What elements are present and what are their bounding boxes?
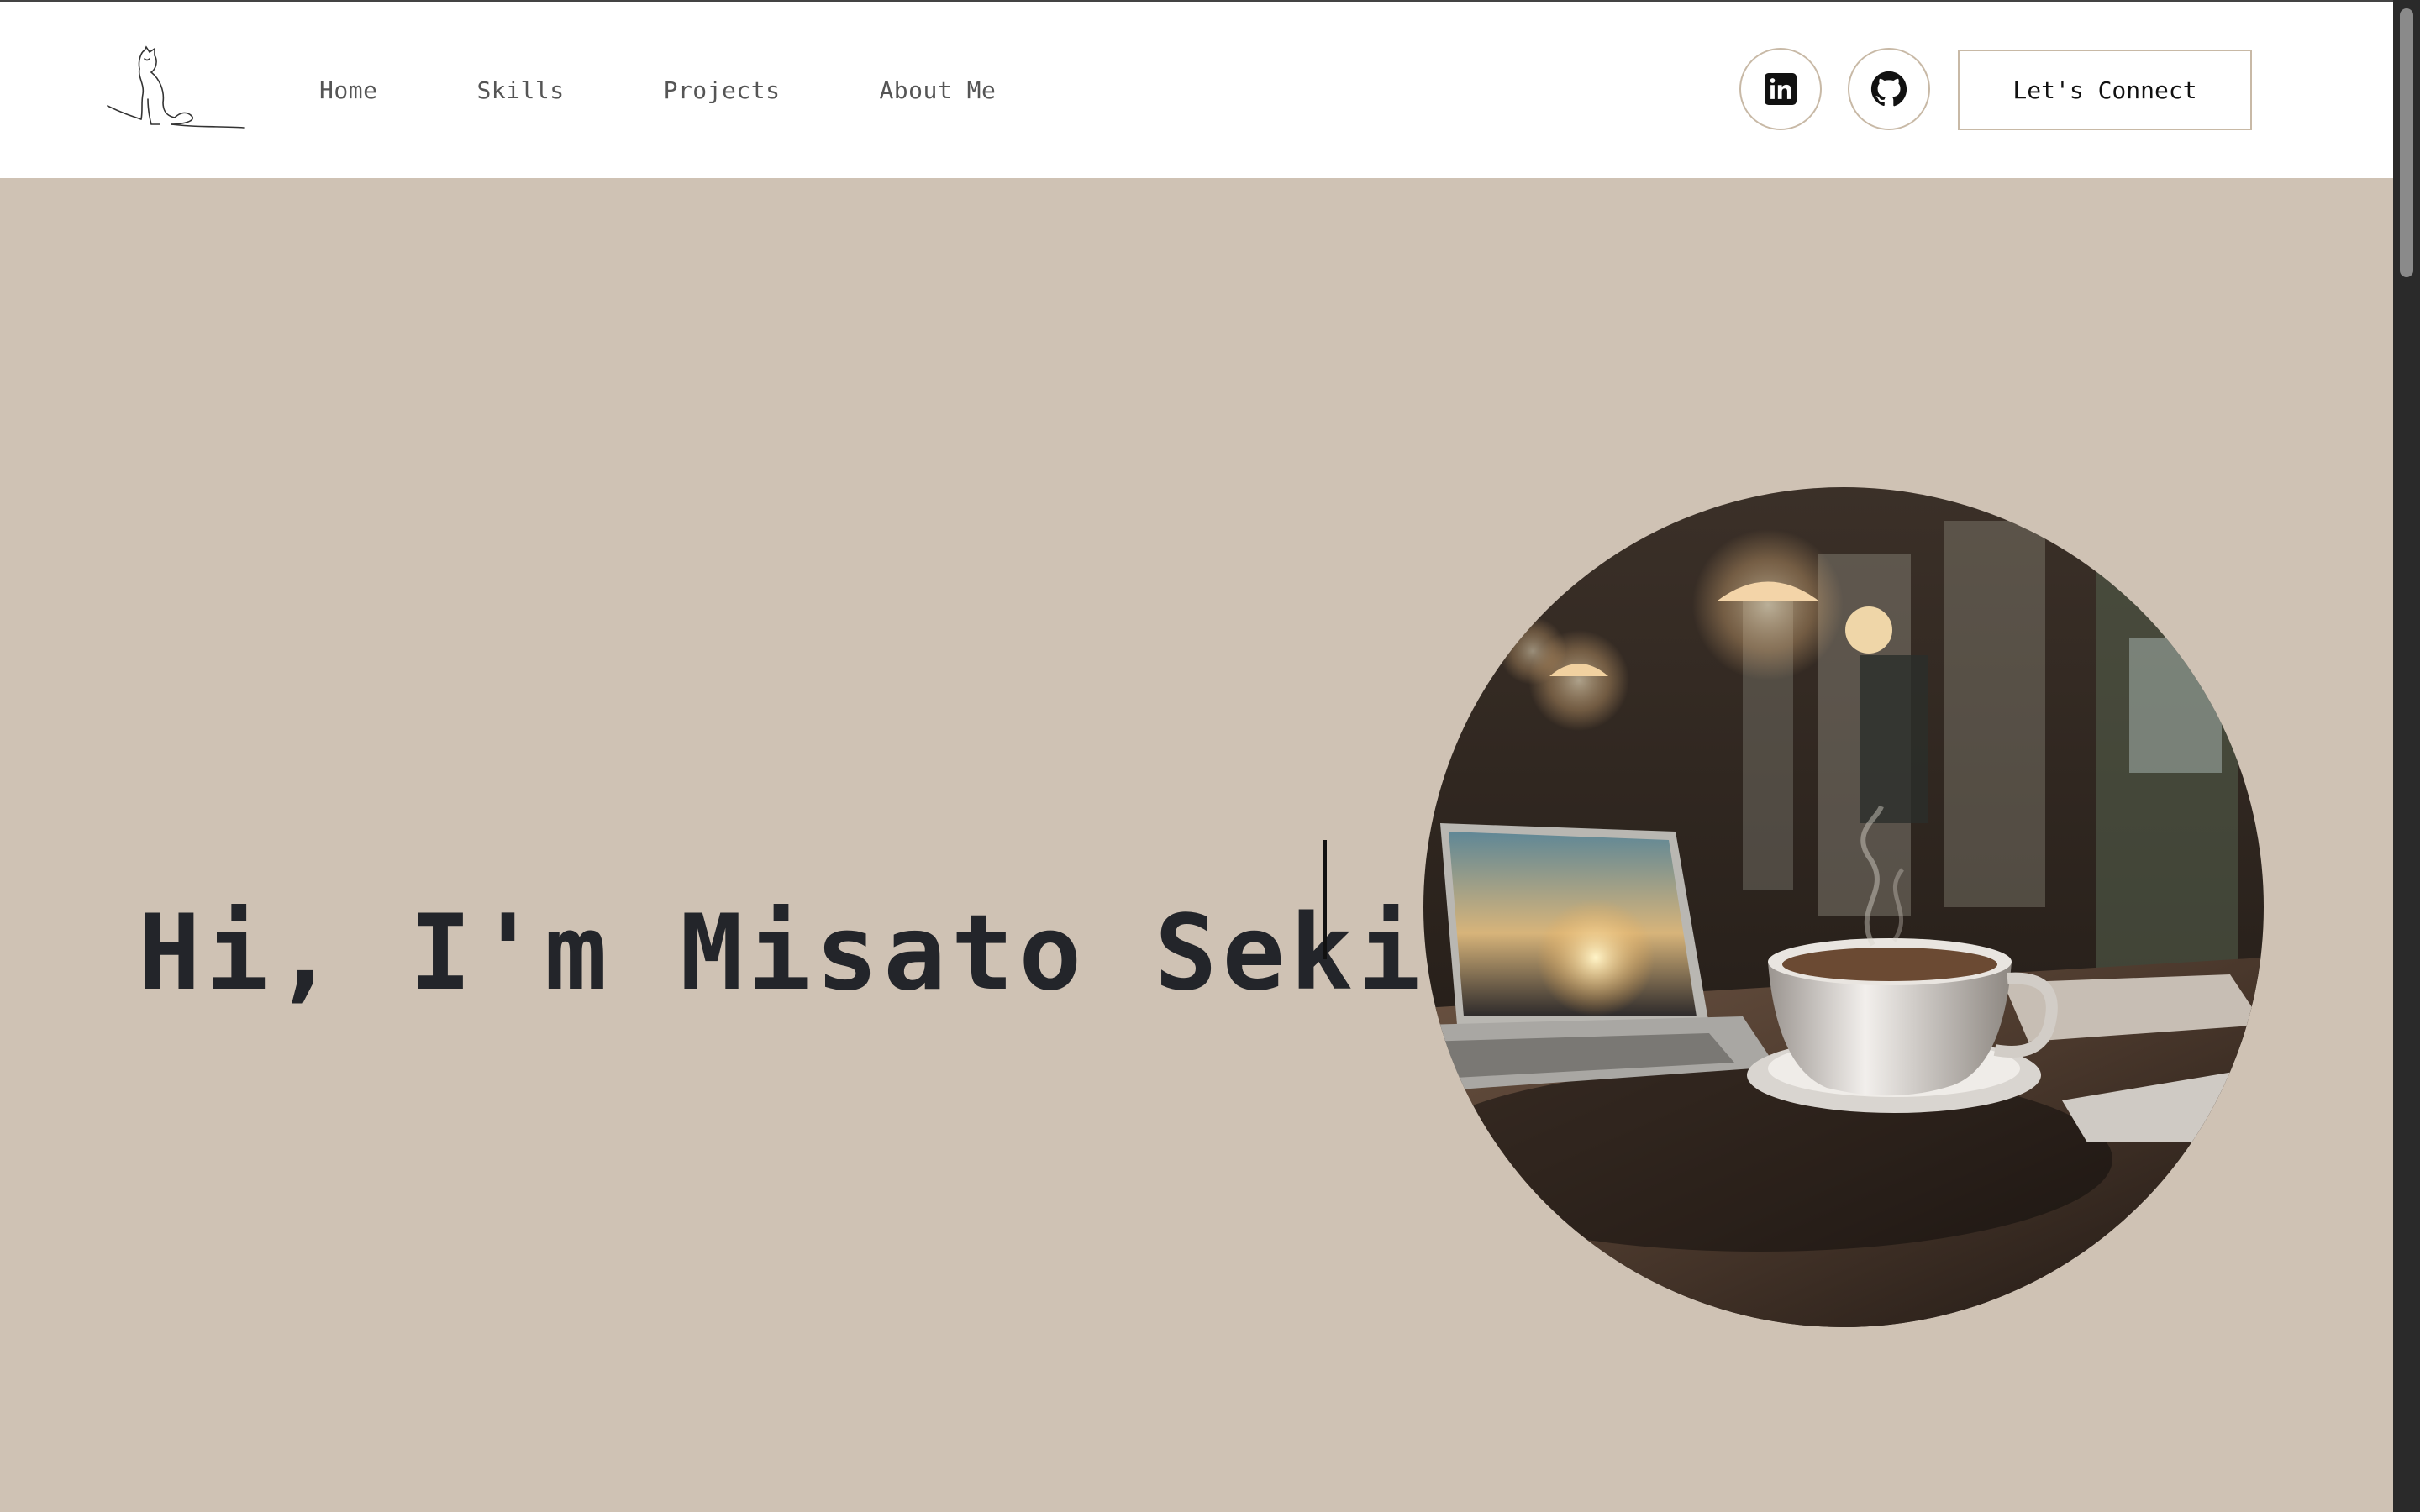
typing-cursor: [1323, 840, 1327, 959]
lets-connect-button[interactable]: Let's Connect: [1958, 50, 2252, 130]
window-top-border: [0, 0, 2420, 2]
nav-link-skills[interactable]: Skills: [476, 76, 564, 104]
nav-link-home[interactable]: Home: [319, 76, 377, 104]
linkedin-button[interactable]: [1739, 48, 1822, 130]
github-icon: [1870, 71, 1907, 107]
coffee-cafe-photo-icon: [1423, 487, 2264, 1327]
scrollbar-thumb[interactable]: [2400, 8, 2413, 277]
scrollbar[interactable]: [2393, 0, 2420, 1512]
nav-link-about-me[interactable]: About Me: [879, 76, 996, 104]
nav-links: Home Skills Projects About Me: [319, 2, 996, 178]
linkedin-icon: [1765, 73, 1797, 105]
github-button[interactable]: [1848, 48, 1930, 130]
nav-link-projects[interactable]: Projects: [664, 76, 781, 104]
cat-logo-icon[interactable]: [104, 44, 247, 136]
hero-title: Hi, I'm Misato Seki.: [138, 893, 1494, 1015]
page: Home Skills Projects About Me Let's Conn…: [0, 0, 2393, 1512]
navbar: Home Skills Projects About Me Let's Conn…: [0, 2, 2393, 178]
hero-coffee-image: [1423, 487, 2264, 1327]
